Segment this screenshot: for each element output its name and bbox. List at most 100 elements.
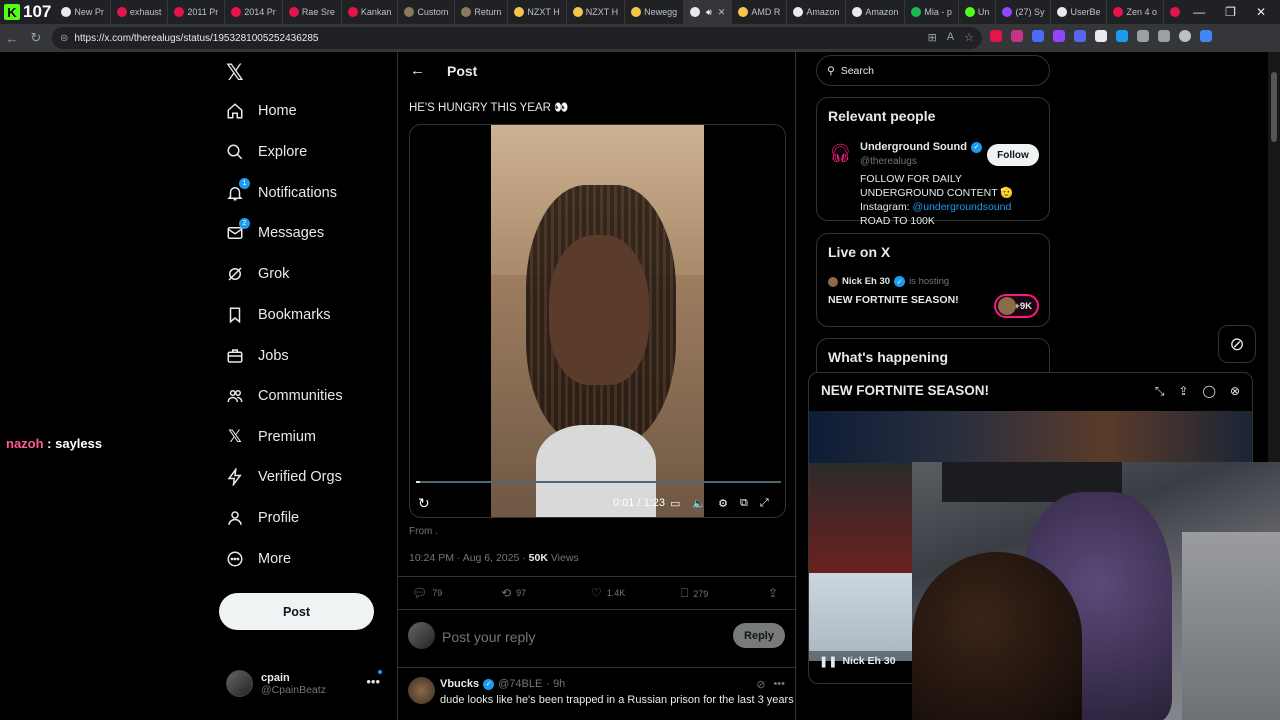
tweet-more-icon[interactable]: ••• <box>773 678 785 691</box>
kick-extension-badge[interactable]: K 107 <box>0 0 55 24</box>
browser-tab[interactable]: exhaust <box>111 0 169 24</box>
post-timestamp[interactable]: 10:24 PM · Aug 6, 2025 · <box>409 552 529 564</box>
browser-tab[interactable]: Newegg <box>625 0 685 24</box>
video-progress-bar[interactable] <box>416 481 781 483</box>
grok-explain-icon[interactable]: ⊘ <box>756 678 765 691</box>
tab-favicon-icon <box>572 7 583 17</box>
nav-more[interactable]: More <box>226 550 291 568</box>
browser-tab[interactable]: Mia - p <box>905 0 959 24</box>
nav-messages[interactable]: 2 Messages <box>226 218 324 242</box>
reply-tweet[interactable]: Vbucks ✓ @74BLE · 9h ⊘ ••• dude looks li… <box>398 669 797 720</box>
extension-diamond-icon[interactable] <box>1095 30 1107 42</box>
site-info-icon[interactable]: ⊜ <box>60 33 68 44</box>
share-action[interactable]: ⇪ <box>768 586 778 600</box>
follow-button[interactable]: Follow <box>987 144 1039 166</box>
reply-button[interactable]: Reply <box>733 623 785 648</box>
settings-gear-icon[interactable]: ⚙ <box>718 497 728 510</box>
nav-home[interactable]: Home <box>226 102 297 120</box>
like-action[interactable]: ♡ 1.4K <box>591 586 625 600</box>
video-player[interactable]: ↻ 0:01 / 1:23 ▭ 🔈 ⚙ ⧉ ⤢ <box>409 124 786 518</box>
extensions-puzzle-icon[interactable] <box>1137 30 1149 42</box>
reply-input[interactable]: Post your reply <box>442 629 535 645</box>
browser-tab[interactable]: New Pr <box>55 0 111 24</box>
browser-tab[interactable]: 2011 Pr <box>168 0 226 24</box>
extension-cloud-icon[interactable] <box>1116 30 1128 42</box>
url-omnibox[interactable]: ⊜ https://x.com/therealugs/status/195328… <box>52 27 982 49</box>
reply-action[interactable]: 💬︎ 79 <box>412 586 442 600</box>
browser-tab[interactable]: Un <box>959 0 997 24</box>
extension-red-icon[interactable] <box>990 30 1002 42</box>
read-aloud-icon[interactable]: A <box>947 31 954 44</box>
chat-bubble-icon[interactable]: ◯ <box>1203 384 1216 399</box>
reply-author-name[interactable]: Vbucks <box>440 678 479 690</box>
post-button[interactable]: Post <box>219 593 374 630</box>
headphones-avatar-icon[interactable]: 🎧︎ <box>829 143 852 165</box>
browser-tab[interactable]: Amazon <box>846 0 906 24</box>
expand-icon[interactable]: ⤡ <box>1155 384 1165 399</box>
source-attribution[interactable]: From . <box>409 526 438 537</box>
browser-tab[interactable]: Amazon <box>787 0 847 24</box>
nav-premium[interactable]: 𝕏 Premium <box>226 427 316 446</box>
browser-tab[interactable]: Custom <box>398 0 456 24</box>
back-arrow-icon[interactable]: ← <box>410 62 425 79</box>
reload-icon[interactable]: ↻ <box>24 30 48 46</box>
account-name: cpain <box>261 671 290 684</box>
browser-tab[interactable]: Kankan <box>342 0 399 24</box>
close-dock-icon[interactable]: ⊗ <box>1230 384 1240 399</box>
relevant-person-handle: @therealugs <box>860 156 917 167</box>
close-tab-icon[interactable]: ✕ <box>718 7 726 18</box>
copilot-icon[interactable] <box>1200 30 1212 42</box>
nav-profile[interactable]: Profile <box>226 509 299 527</box>
nav-bookmarks[interactable]: Bookmarks <box>226 306 331 324</box>
nav-communities[interactable]: Communities <box>226 387 343 405</box>
browser-tab[interactable]: NZXT H <box>508 0 567 24</box>
restore-icon[interactable]: ❐ <box>1225 5 1236 19</box>
nav-grok[interactable]: Grok <box>226 265 289 283</box>
relevant-person-name[interactable]: Underground Sound ✓ <box>860 141 982 153</box>
fullscreen-icon[interactable]: ⤢ <box>760 497 769 510</box>
browser-tab[interactable]: (27) Sy <box>996 0 1052 24</box>
favorite-star-icon[interactable]: ☆ <box>964 31 974 44</box>
browser-tab[interactable]: 2014 Pr <box>225 0 283 24</box>
reply-author-handle: @74BLE <box>498 678 543 690</box>
account-switcher[interactable]: cpain @CpainBeatz ••• <box>226 670 386 697</box>
browser-tab[interactable]: AMD R <box>732 0 788 24</box>
tab-audio-icon[interactable]: 🔊︎ <box>706 7 712 18</box>
nav-explore[interactable]: Explore <box>226 143 307 161</box>
x-logo-icon[interactable]: 𝕏 <box>226 60 244 86</box>
volume-icon[interactable]: 🔈 <box>692 497 706 510</box>
extension-pink-icon[interactable] <box>1011 30 1023 42</box>
favorites-icon[interactable] <box>1158 30 1170 42</box>
extension-blue-icon[interactable] <box>1032 30 1044 42</box>
discord-extension-icon[interactable] <box>1074 30 1086 42</box>
grok-floating-button[interactable]: ⊘ <box>1218 325 1256 363</box>
captions-icon[interactable]: ▭ <box>670 497 680 510</box>
bookmark-action[interactable]: ⎕ 279 <box>681 586 708 601</box>
reply-author-avatar[interactable] <box>408 677 435 704</box>
install-app-icon[interactable]: ⊞ <box>928 31 937 44</box>
browser-tab[interactable]: Return <box>455 0 509 24</box>
back-icon[interactable]: ← <box>0 31 24 46</box>
picture-in-picture-icon[interactable]: ⧉ <box>740 497 748 510</box>
browser-tab[interactable]: UserBe <box>1051 0 1108 24</box>
close-window-icon[interactable]: ✕ <box>1256 5 1266 19</box>
pause-icon[interactable]: ❚❚ <box>819 655 837 668</box>
bio-link[interactable]: @undergroundsound <box>913 201 1012 213</box>
repost-action[interactable]: ⟲ 97 <box>501 586 526 600</box>
nav-jobs[interactable]: Jobs <box>226 347 289 365</box>
browser-tab[interactable]: NZXT H <box>567 0 626 24</box>
nav-verified-orgs[interactable]: Verified Orgs <box>226 468 342 486</box>
nav-notifications[interactable]: 1 Notifications <box>226 178 337 202</box>
share-icon[interactable]: ⇪ <box>1178 384 1188 399</box>
profile-avatar-icon[interactable] <box>1179 30 1191 42</box>
minimize-icon[interactable]: — <box>1193 5 1205 19</box>
browser-tab[interactable]: Rae Sre <box>283 0 342 24</box>
search-input[interactable]: ⚲ Search <box>816 55 1050 86</box>
replay-icon[interactable]: ↻ <box>418 495 430 512</box>
twitch-extension-icon[interactable] <box>1053 30 1065 42</box>
scrollbar-thumb[interactable] <box>1271 72 1277 142</box>
account-more-icon[interactable]: ••• <box>366 674 380 689</box>
live-on-x-card[interactable]: Live on X Nick Eh 30 ✓ is hosting NEW FO… <box>816 233 1050 327</box>
browser-tab[interactable]: 🔊︎ ✕ <box>684 0 733 24</box>
browser-tab[interactable]: Zen 4 o <box>1107 0 1164 24</box>
